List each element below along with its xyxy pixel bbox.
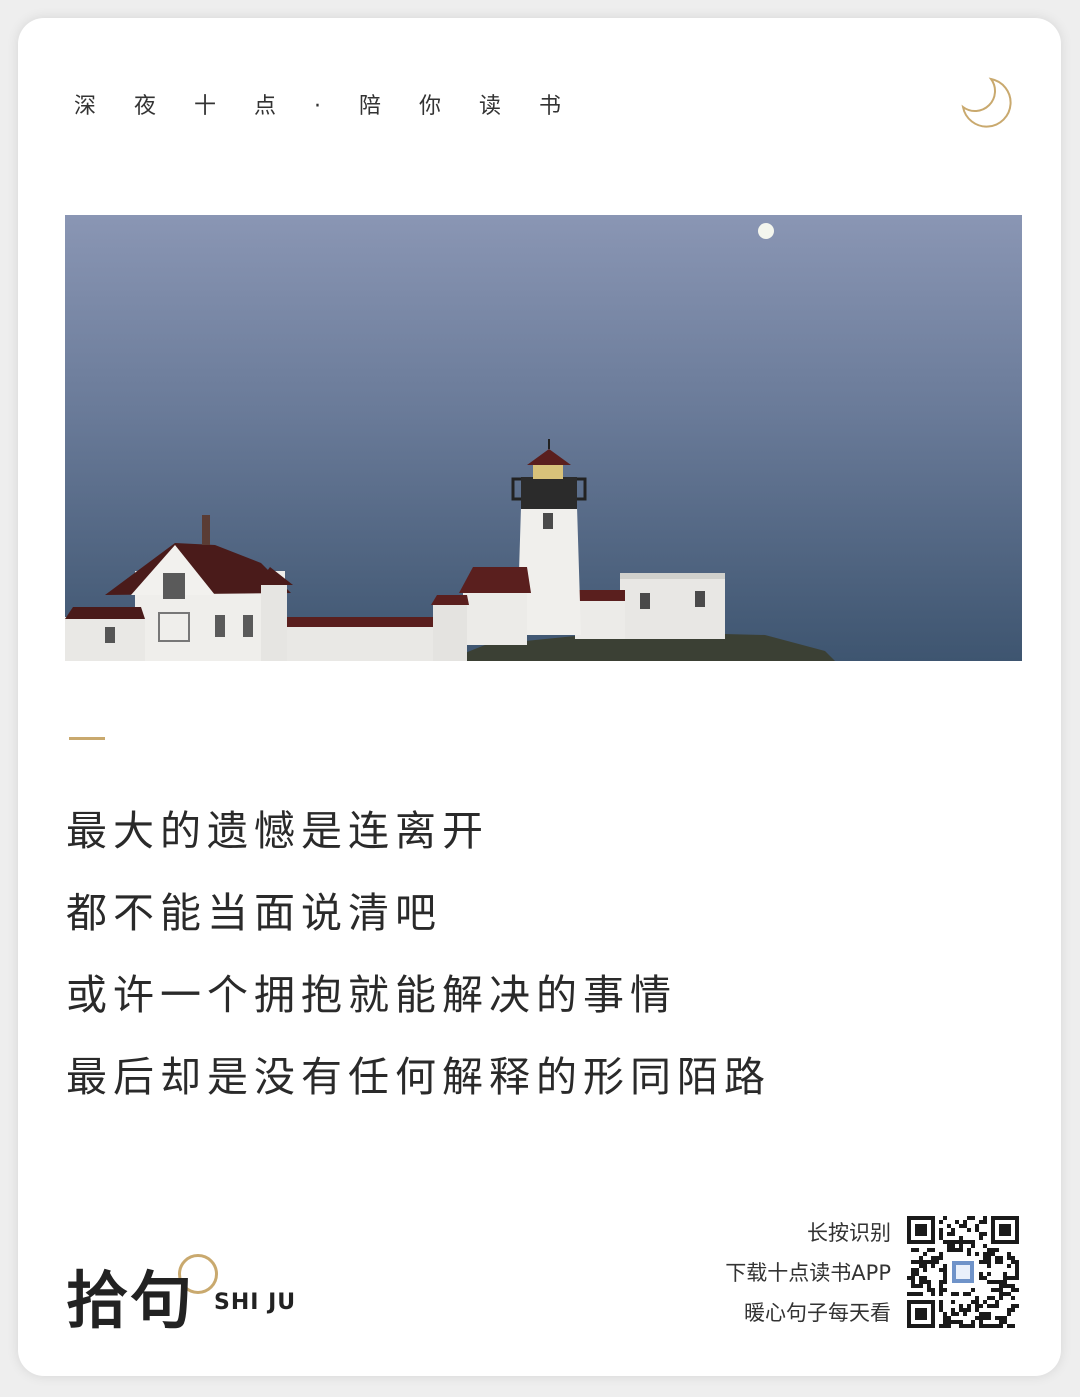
poster-card: 深夜十点·陪你读书 最大的遗憾是连离开 都不能当面说清吧 或许一个拥抱就能解决的… (18, 18, 1061, 1376)
qr-code-icon[interactable] (907, 1216, 1019, 1328)
quote-text: 最大的遗憾是连离开 都不能当面说清吧 或许一个拥抱就能解决的事情 最后却是没有任… (66, 790, 771, 1118)
header-tagline: 深夜十点·陪你读书 (74, 94, 599, 119)
cta-line: 暖心句子每天看 (744, 1301, 891, 1325)
brand-name-en: SHI JU (214, 1290, 297, 1315)
quote-line: 最后却是没有任何解释的形同陌路 (66, 1053, 771, 1101)
lighthouse-photo (65, 215, 1022, 661)
quote-line: 最大的遗憾是连离开 (66, 807, 489, 855)
cta-line: 长按识别 (807, 1221, 891, 1245)
quote-line: 或许一个拥抱就能解决的事情 (66, 971, 677, 1019)
crescent-moon-icon (958, 74, 1016, 132)
moon-dot (758, 223, 774, 239)
quote-line: 都不能当面说清吧 (66, 889, 442, 937)
download-cta: 长按识别 下载十点读书APP 暖心句子每天看 (725, 1213, 891, 1333)
accent-divider (69, 737, 105, 740)
brand-name-cn: 拾句 (66, 1264, 195, 1337)
cta-line: 下载十点读书APP (725, 1261, 891, 1285)
